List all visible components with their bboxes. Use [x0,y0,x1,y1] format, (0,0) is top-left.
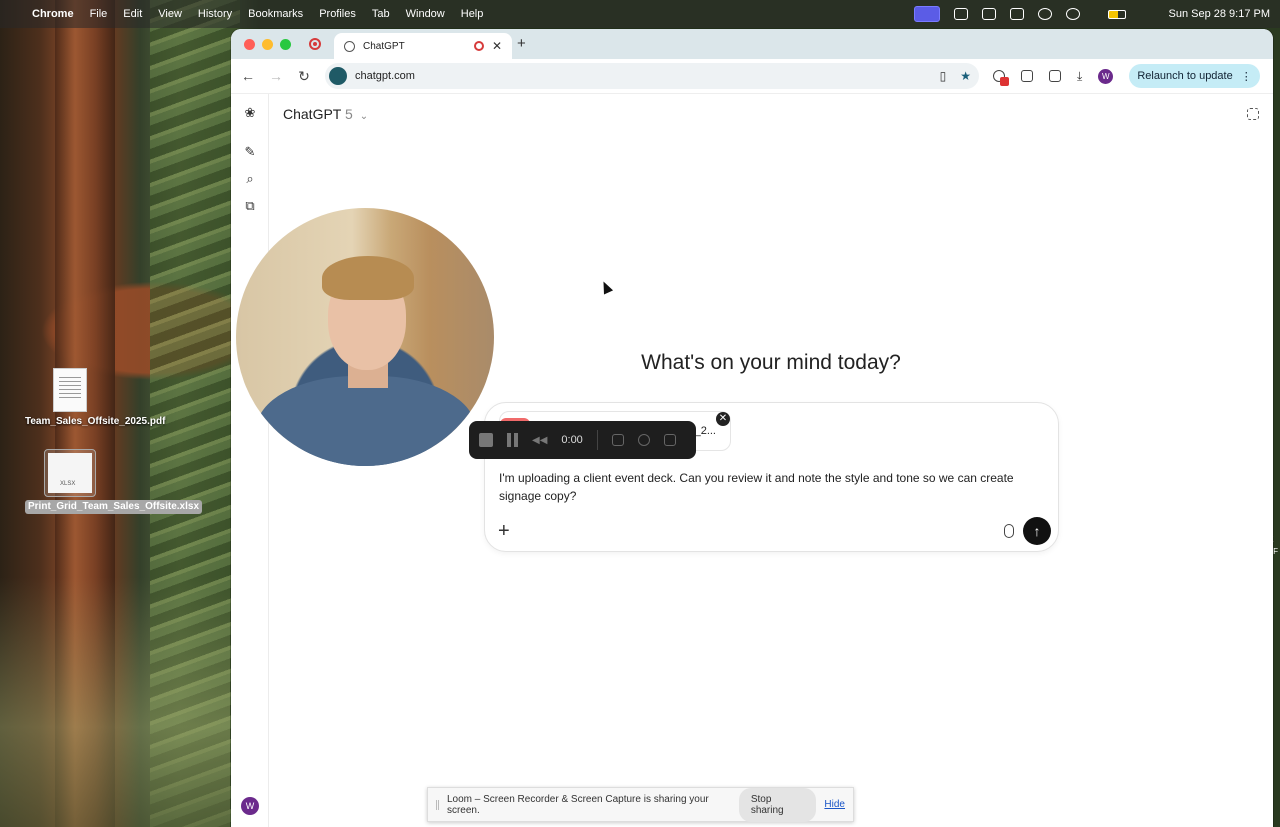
page-title: What's on your mind today? [641,351,901,374]
microphone-icon[interactable] [1004,524,1014,538]
menu-bar-clock[interactable]: Sun Sep 28 9:17 PM [1168,8,1270,20]
tab-strip: ChatGPT ✕ + [231,29,1273,59]
library-icon[interactable]: ⧉ [243,199,257,213]
tab-chatgpt[interactable]: ChatGPT ✕ [334,33,512,59]
minimize-window-button[interactable] [262,39,273,50]
back-button[interactable]: ← [241,68,255,84]
bookmark-star-icon[interactable]: ★ [960,69,971,83]
restart-icon[interactable] [637,434,650,446]
creative-cloud-icon[interactable] [982,8,997,20]
camera-person-hair [322,256,414,300]
desktop-file-pdf[interactable]: Team_Sales_Offsite_2025.pdf [25,368,165,428]
menu-profiles[interactable]: Profiles [319,8,356,20]
new-chat-icon[interactable]: ✎ [243,145,257,159]
menu-view[interactable]: View [158,8,182,20]
search-chats-icon[interactable]: ⌕ [243,172,257,186]
menu-bookmarks[interactable]: Bookmarks [248,8,303,20]
trash-icon[interactable] [663,434,676,446]
menu-tab[interactable]: Tab [372,8,390,20]
cloud-sync-icon[interactable] [1038,8,1053,20]
relaunch-to-update-button[interactable]: Relaunch to update ⋮ [1129,64,1260,88]
page-info-icon[interactable]: ▯ [940,69,947,83]
new-tab-button[interactable]: + [517,35,526,52]
extensions-puzzle-icon[interactable] [1021,70,1033,82]
menu-app-name[interactable]: Chrome [32,8,74,20]
desktop-file-xlsx[interactable]: Print_Grid_Team_Sales_Offsite.xlsx [25,449,203,514]
remove-attachment-icon[interactable]: ✕ [716,412,730,426]
sharing-message: Loom – Screen Recorder & Screen Capture … [446,793,709,816]
stop-recording-icon[interactable] [479,433,493,447]
drag-handle-icon[interactable] [436,799,439,810]
menu-bar-status-area: Sun Sep 28 9:17 PM [914,6,1270,22]
profile-avatar[interactable]: W [1098,68,1114,84]
more-menu-icon: ⋮ [1240,70,1252,83]
pdf-file-icon [53,368,87,412]
zoom-window-button[interactable] [280,39,291,50]
grid-icon[interactable] [611,434,624,446]
menu-file[interactable]: File [90,8,108,20]
tab-title: ChatGPT [363,40,405,52]
text-a-status-icon[interactable] [954,8,969,20]
recording-timer: 0:00 [561,434,583,446]
address-bar[interactable]: chatgpt.com ▯ ★ [325,63,979,89]
relaunch-label: Relaunch to update [1137,70,1233,82]
toolbar-icons: ⤓ W Relaunch to update ⋮ [993,64,1260,88]
menu-window[interactable]: Window [406,8,445,20]
screen-share-status-icon[interactable] [914,6,941,22]
menu-edit[interactable]: Edit [123,8,142,20]
rewind-icon[interactable]: ◀◀ [532,435,547,446]
tab-search-record-icon[interactable] [309,38,321,50]
chevron-down-icon: ⌄ [359,111,369,122]
loom-recording-controls: ◀◀ 0:00 [469,421,696,459]
window-controls [244,39,291,50]
stop-sharing-button[interactable]: Stop sharing [738,787,817,822]
pause-icon[interactable] [507,433,518,447]
controls-divider [596,430,598,450]
prompt-input[interactable]: I'm uploading a client event deck. Can y… [499,469,1039,505]
close-tab-icon[interactable]: ✕ [492,39,502,53]
screen-sharing-bar: Loom – Screen Recorder & Screen Capture … [427,787,854,822]
battery-icon[interactable] [1108,9,1127,19]
play-status-icon[interactable] [1066,8,1081,20]
wallpaper-ground [0,577,230,827]
openai-favicon-icon [344,40,355,52]
camera-person-shirt [256,376,476,466]
openai-logo-icon[interactable]: ❀ [243,106,257,120]
model-name: ChatGPT [283,106,342,122]
add-attachment-button[interactable]: + [498,521,510,541]
user-avatar[interactable]: W [241,797,259,815]
tab-search-icon[interactable] [1049,70,1061,82]
model-selector[interactable]: ChatGPT 5 ⌄ [283,106,368,122]
site-info-icon[interactable] [329,67,347,85]
loom-camera-bubble[interactable] [236,208,494,466]
hide-link[interactable]: Hide [824,799,845,810]
recording-indicator-icon [473,41,484,51]
menu-help[interactable]: Help [461,8,484,20]
downloads-icon[interactable]: ⤓ [1077,69,1082,84]
xlsx-file-icon [48,453,92,493]
desktop-file-name: Team_Sales_Offsite_2025.pdf [25,416,166,427]
url-text[interactable]: chatgpt.com [355,70,932,82]
close-window-button[interactable] [244,39,255,50]
reload-button[interactable]: ↻ [297,68,311,85]
temporary-chat-icon[interactable] [1247,108,1259,120]
omnibox-actions: ▯ ★ [940,69,971,83]
loom-extension-icon[interactable] [993,70,1009,86]
browser-toolbar: ← → ↻ chatgpt.com ▯ ★ ⤓ W Relaunch to up… [231,59,1273,94]
forward-button[interactable]: → [269,68,283,84]
keyboard-status-icon[interactable] [1010,8,1025,20]
desktop-file-name: Print_Grid_Team_Sales_Offsite.xlsx [25,500,203,514]
menu-history[interactable]: History [198,8,232,20]
model-version: 5 [345,106,353,122]
send-button[interactable]: ↑ [1023,517,1051,545]
macos-menu-bar: Chrome File Edit View History Bookmarks … [0,0,1280,28]
